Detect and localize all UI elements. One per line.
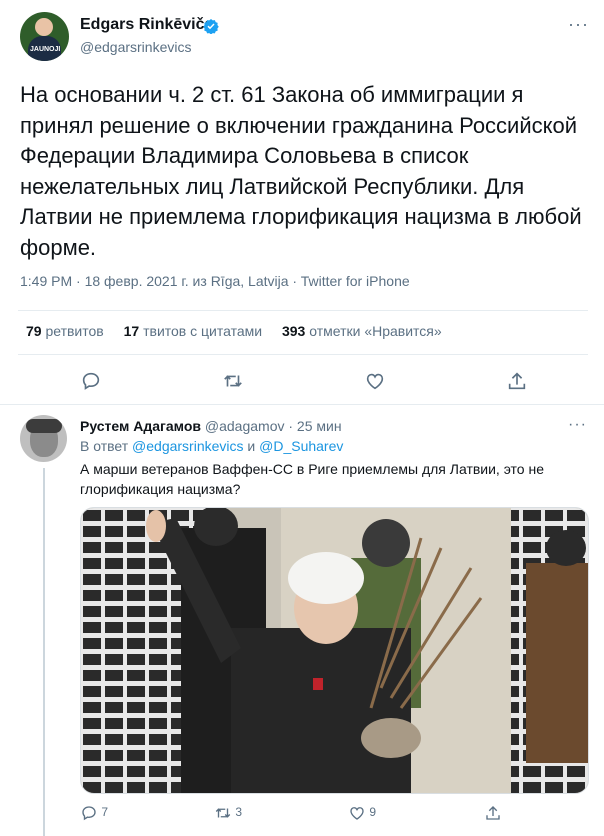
reply-text: А марши ветеранов Ваффен-СС в Риге прием… (80, 461, 544, 497)
replying-user-link[interactable]: @edgarsrinkevics (132, 438, 243, 454)
replying-user-link[interactable]: @D_Suharev (259, 438, 343, 454)
quote-tweets-stat[interactable]: 17 твитов с цитатами (124, 323, 262, 339)
quote-tweets-label: твитов с цитатами (143, 323, 263, 339)
author-name[interactable]: Edgars Rinkēvičs (80, 16, 213, 34)
main-tweet: JAUNOJI Edgars Rinkēvičs @edgarsrinkevic… (0, 0, 604, 405)
retweet-action[interactable]: 3 (214, 804, 242, 822)
likes-label: отметки «Нравится» (309, 323, 442, 339)
share-action[interactable] (484, 804, 502, 822)
retweets-count: 79 (26, 323, 42, 339)
like-action[interactable]: 9 (348, 804, 376, 822)
replying-to: В ответ @edgarsrinkevics и @D_Suharev (80, 438, 343, 454)
like-count: 9 (369, 805, 377, 820)
photo-illustration (81, 508, 588, 793)
divider (18, 354, 588, 355)
avatar-head (35, 18, 53, 36)
avatar-label: JAUNOJI (30, 46, 61, 53)
author-handle[interactable]: @edgarsrinkevics (80, 39, 191, 55)
tweet-meta[interactable]: 1:49 PM · 18 февр. 2021 г. из Rīga, Latv… (20, 273, 410, 289)
verified-badge-icon (203, 19, 219, 34)
reply-header: Рустем Адагамов @adagamov · 25 мин (80, 418, 342, 434)
like-icon (350, 807, 364, 820)
retweets-stat[interactable]: 79 ретвитов (26, 323, 104, 339)
tweet-stats: 79 ретвитов 17 твитов с цитатами 393 отм… (26, 323, 458, 339)
reply-action[interactable]: 7 (80, 804, 108, 822)
reply-time[interactable]: · 25 мин (288, 418, 341, 434)
author-avatar[interactable]: JAUNOJI (20, 12, 69, 61)
share-icon (486, 806, 500, 820)
reply-author-name[interactable]: Рустем Адагамов (80, 418, 201, 434)
retweet-count: 3 (235, 805, 243, 820)
like-icon[interactable] (364, 370, 386, 392)
likes-count: 393 (281, 323, 306, 339)
reply-icon (82, 806, 96, 821)
retweet-icon (215, 808, 231, 818)
thread-line (43, 468, 45, 836)
likes-stat[interactable]: 393 отметки «Нравится» (282, 323, 442, 339)
tweet-photo[interactable] (80, 507, 589, 794)
divider (18, 310, 588, 311)
reply-icon[interactable] (80, 370, 102, 392)
replying-prefix: В ответ (80, 438, 129, 454)
share-icon[interactable] (506, 370, 528, 392)
retweet-icon[interactable] (222, 370, 244, 392)
reply-more-options-button[interactable]: ··· (568, 416, 587, 434)
more-options-button[interactable]: ··· (568, 14, 589, 35)
tweet-text: На основании ч. 2 ст. 61 Закона об иммиг… (20, 82, 582, 260)
replying-and: и (247, 438, 256, 454)
retweets-label: ретвитов (45, 323, 104, 339)
reply-author-avatar[interactable] (20, 415, 67, 462)
reply-author-handle[interactable]: @adagamov (205, 418, 285, 434)
avatar-hat (26, 419, 62, 433)
quote-tweets-count: 17 (123, 323, 140, 339)
reply-count: 7 (101, 805, 109, 820)
